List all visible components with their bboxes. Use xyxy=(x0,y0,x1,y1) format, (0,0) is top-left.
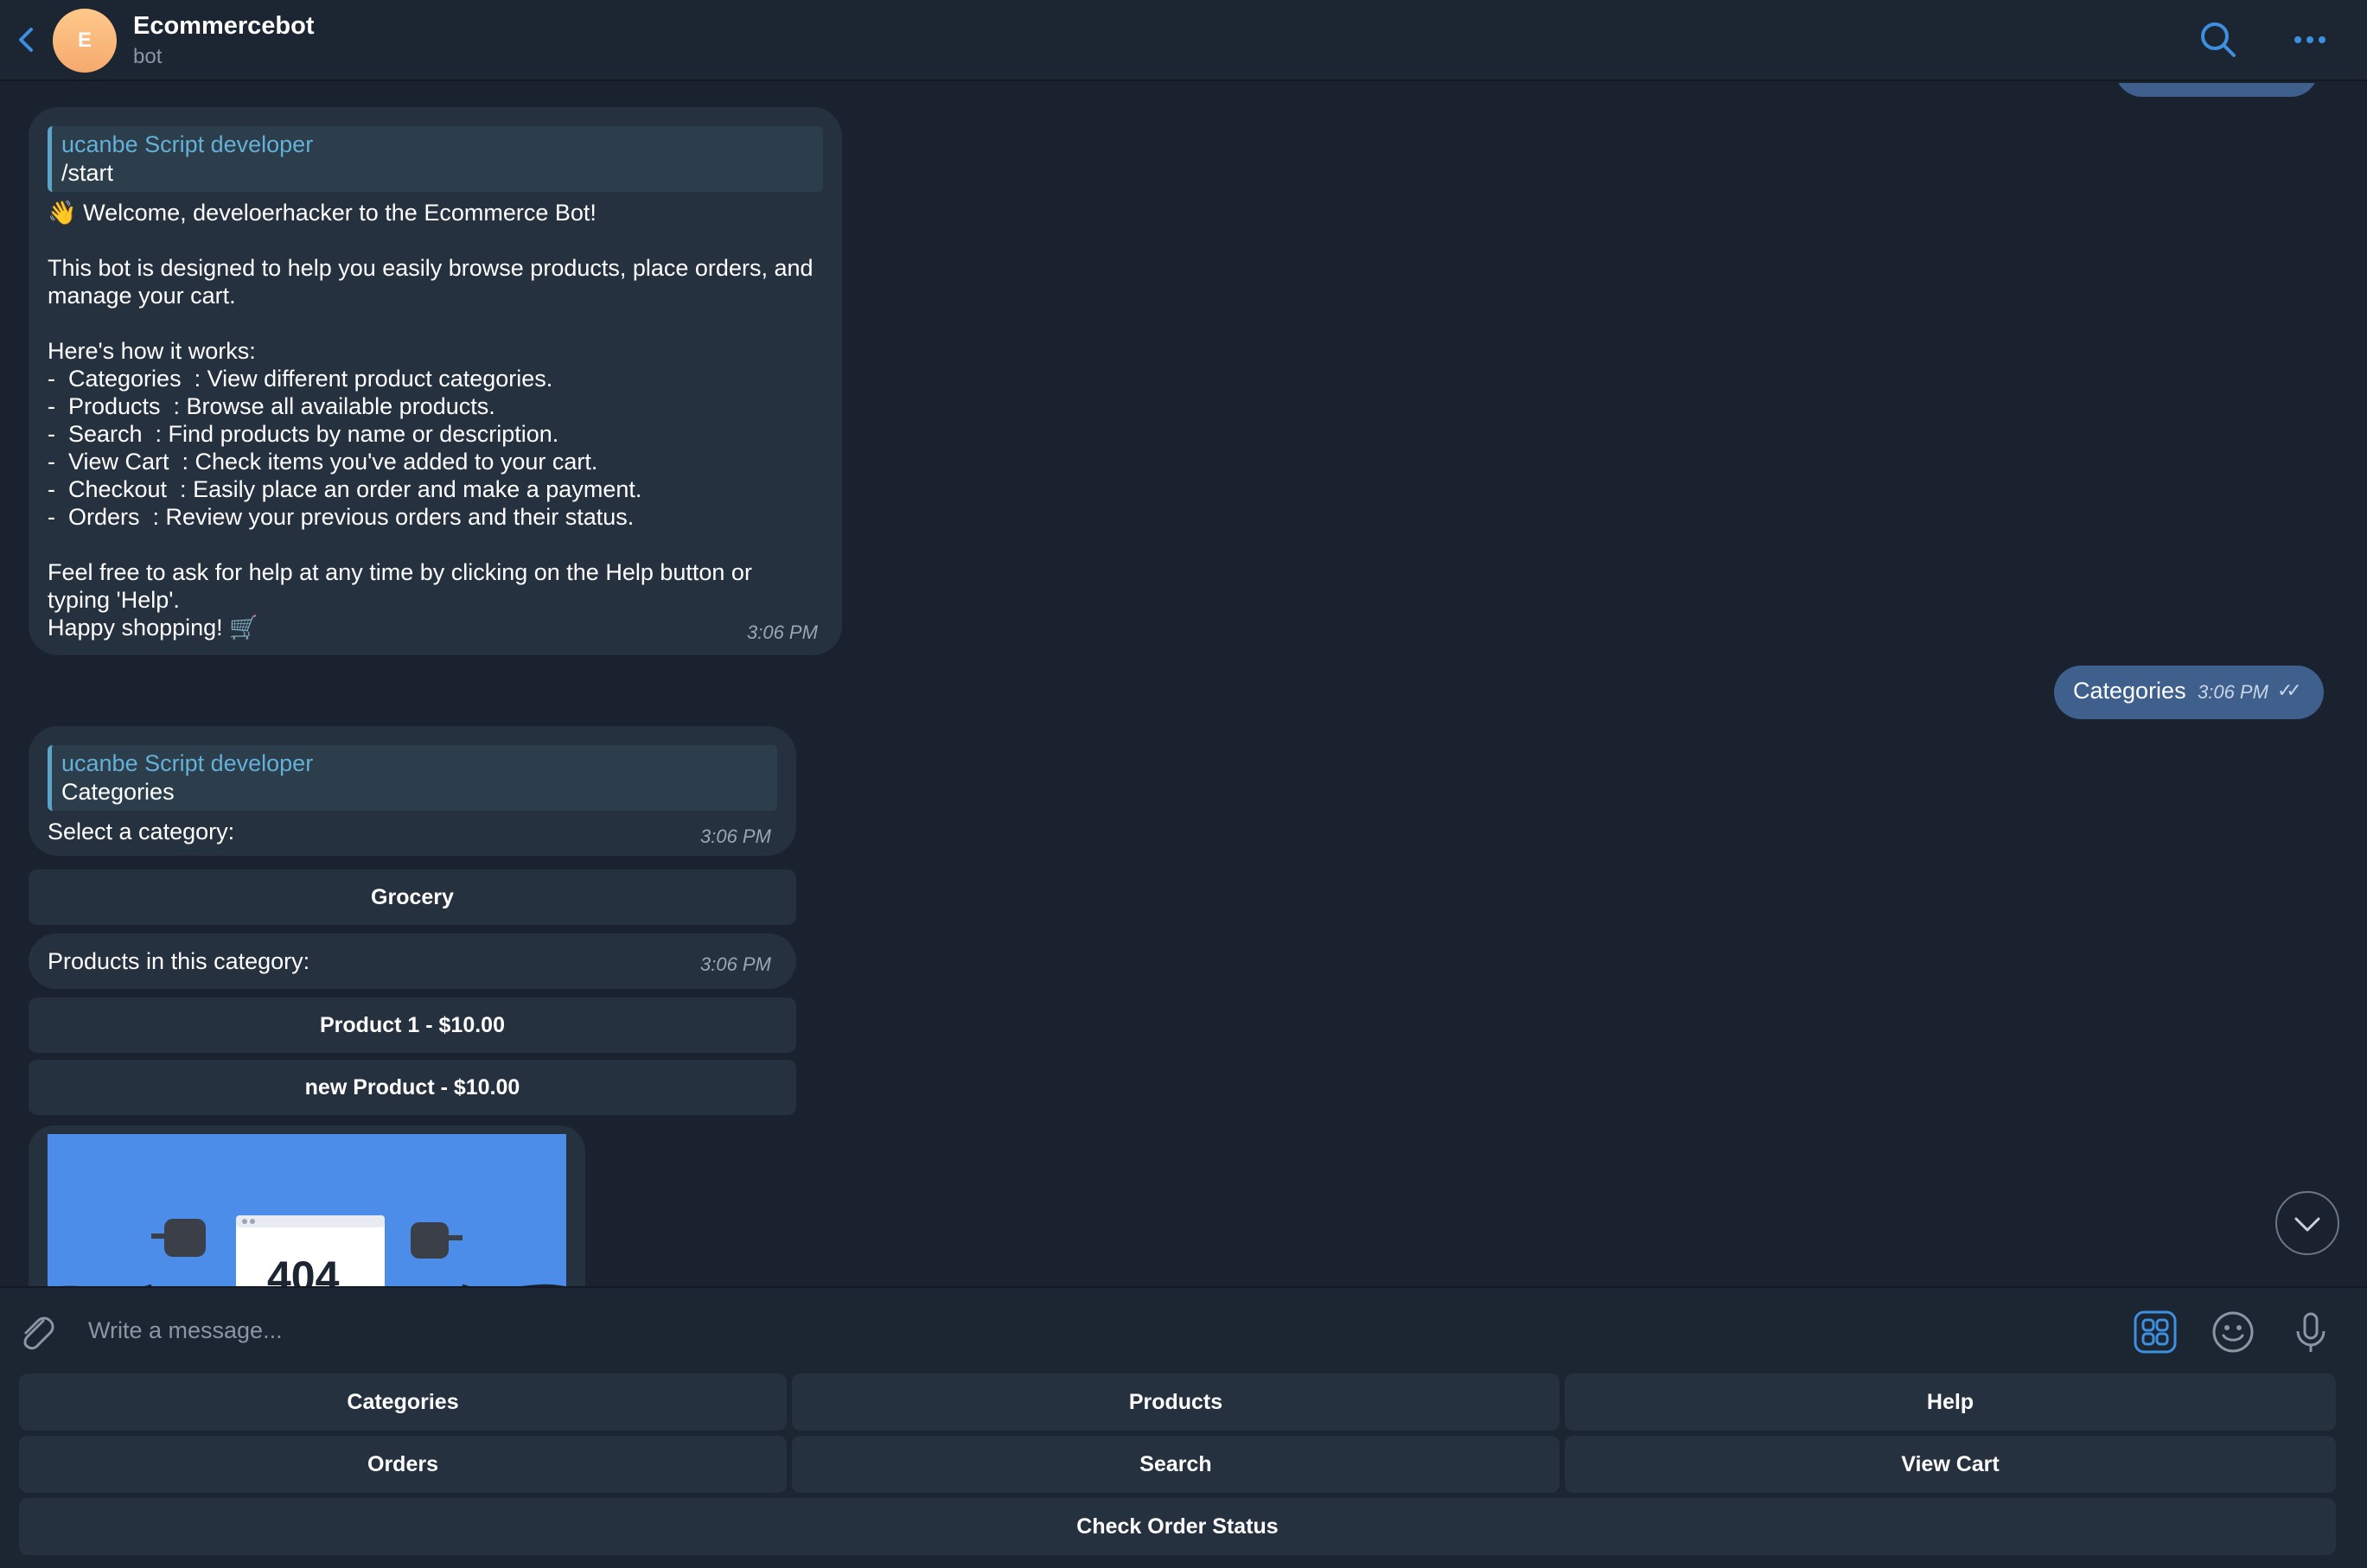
inline-button-new-product[interactable]: new Product - $10.00 xyxy=(29,1060,796,1115)
message-text: Select a category: xyxy=(48,819,235,845)
keyboard-button-orders[interactable]: Orders xyxy=(19,1436,787,1493)
scroll-to-bottom-button[interactable] xyxy=(2275,1191,2339,1255)
message-time: 3:06 PM xyxy=(2198,681,2268,703)
reply-sender-name: ucanbe Script developer xyxy=(61,750,314,776)
microphone-icon[interactable] xyxy=(2287,1309,2334,1355)
message-time: 3:06 PM xyxy=(700,825,771,847)
avatar[interactable]: E xyxy=(53,9,117,73)
products-message-bubble[interactable]: Products in this category: 3:06 PM xyxy=(29,934,796,989)
keyboard-button-view-cart[interactable]: View Cart xyxy=(1565,1436,2336,1493)
back-arrow-icon[interactable] xyxy=(12,22,41,57)
reply-quote[interactable]: ucanbe Script developer /start xyxy=(48,126,823,192)
keyboard-button-categories[interactable]: Categories xyxy=(19,1374,787,1431)
keyboard-button-check-order-status[interactable]: Check Order Status xyxy=(19,1498,2336,1555)
reply-quote[interactable]: ucanbe Script developer Categories xyxy=(48,745,777,811)
image-message[interactable]: 404 xyxy=(29,1125,585,1286)
chat-subtitle: bot xyxy=(133,45,163,68)
message-composer xyxy=(0,1286,2367,1373)
chevron-down-icon xyxy=(2294,1217,2320,1232)
search-icon[interactable] xyxy=(2196,17,2241,62)
outgoing-message-bubble[interactable]: Categories 3:06 PM ✓✓ xyxy=(2054,666,2324,719)
bot-keyboard-toggle-icon[interactable] xyxy=(2132,1309,2179,1355)
reply-sender-name: ucanbe Script developer xyxy=(61,131,314,157)
keyboard-button-help[interactable]: Help xyxy=(1565,1374,2336,1431)
emoji-icon[interactable] xyxy=(2210,1309,2256,1355)
message-time: 3:06 PM xyxy=(700,953,771,975)
reply-text: /start xyxy=(61,160,114,186)
error-code-text: 404 xyxy=(267,1252,340,1286)
welcome-message-bubble[interactable]: ucanbe Script developer /start 👋 Welcome… xyxy=(29,107,842,655)
outgoing-bubble-partial[interactable] xyxy=(2115,83,2319,97)
message-list[interactable]: ucanbe Script developer /start 👋 Welcome… xyxy=(0,83,2367,1286)
keyboard-button-search[interactable]: Search xyxy=(792,1436,1560,1493)
chat-title[interactable]: Ecommercebot xyxy=(133,12,315,41)
more-options-icon[interactable] xyxy=(2287,17,2332,62)
keyboard-button-products[interactable]: Products xyxy=(792,1374,1560,1431)
error-404-image[interactable]: 404 xyxy=(48,1134,566,1286)
read-checkmarks-icon: ✓✓ xyxy=(2277,679,2302,701)
category-prompt-bubble[interactable]: ucanbe Script developer Categories Selec… xyxy=(29,726,796,856)
inline-button-product-1[interactable]: Product 1 - $10.00 xyxy=(29,998,796,1053)
inline-button-grocery[interactable]: Grocery xyxy=(29,870,796,925)
chat-header: E Ecommercebot bot xyxy=(0,0,2367,81)
message-text: Products in this category: xyxy=(48,948,310,974)
reply-text: Categories xyxy=(61,779,175,805)
message-text: 👋 Welcome, develoerhacker to the Ecommer… xyxy=(48,200,813,641)
message-text: Categories xyxy=(2073,678,2186,704)
message-time: 3:06 PM xyxy=(747,621,818,643)
bot-reply-keyboard: Categories Products Help Orders Search V… xyxy=(0,1373,2367,1568)
attach-paperclip-icon[interactable] xyxy=(14,1309,61,1355)
message-input[interactable] xyxy=(74,1303,2097,1357)
